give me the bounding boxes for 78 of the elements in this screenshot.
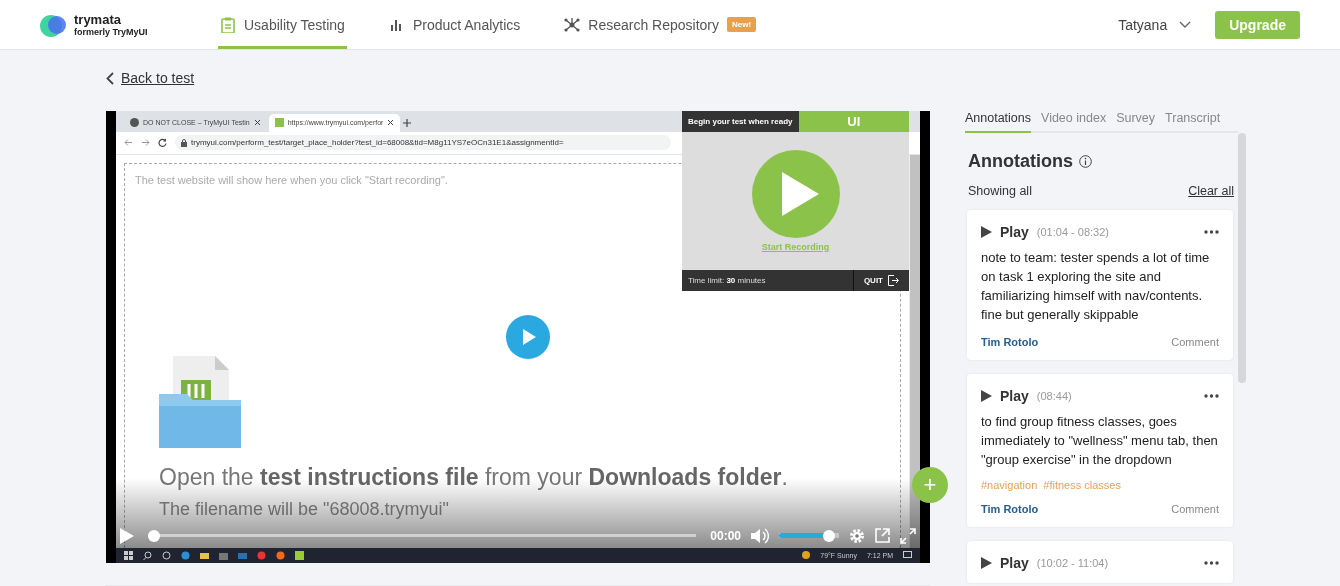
clear-all-link[interactable]: Clear all [1188,183,1234,198]
nav-tab[interactable]: Product Analytics [386,3,523,49]
play-icon [981,556,992,569]
play-link[interactable]: Play [981,223,1029,240]
placeholder-text: The test website will show here when you click "Start recording". [135,173,449,186]
mail-icon[interactable] [238,550,247,560]
play-link[interactable]: Play [981,554,1029,571]
sun-icon [802,551,811,559]
fullscreen-icon[interactable] [900,527,916,544]
filter-text: Showing all [968,183,1032,198]
close-icon [387,119,395,126]
comment-link[interactable]: Comment [1171,335,1219,348]
nav-tab[interactable]: Research Repository New! [562,3,759,49]
back-link[interactable]: Back to test [106,70,195,86]
info-icon [1079,154,1092,168]
more-icon[interactable] [1204,229,1219,234]
panel-tab[interactable]: Annotations [965,110,1032,133]
browser-icon[interactable] [181,550,190,560]
panel-heading: Annotations [968,150,1073,172]
more-icon[interactable] [1204,560,1219,565]
play-icon[interactable] [506,314,550,359]
instruction-text: Open the test instructions file from your Downloads folder. [159,463,788,491]
annotation-text: note to team: tester spends a lot of time on task 1 exploring the site and familiarizing himself with nav/contents. fine but generally skippable [981,248,1211,324]
url-text: trymyui.com/perform_test/target_place_holder?test_id=68008&tid=M8g11YS7eOCn31E1&assignmentId= [191,138,564,147]
external-link-icon[interactable] [875,528,890,543]
play-link[interactable]: Play [981,387,1029,404]
logo-subtitle: formerly TryMyUI [74,27,148,37]
comment-link[interactable]: Comment [1171,502,1219,515]
nav-tab-label: Research Repository [588,16,720,33]
nav-tab-label: Product Analytics [412,16,521,33]
user-menu[interactable]: Tatyana [1118,16,1192,33]
chevron-left-icon [106,71,114,85]
time-range: (10:02 - 11:04) [1036,556,1110,569]
close-icon [253,119,261,126]
notification-icon[interactable] [903,550,912,560]
nav-tab[interactable]: Usability Testing [218,3,347,49]
app-icon[interactable] [295,550,304,560]
new-badge: New! [727,17,757,32]
author-name[interactable]: Tim Rotolo [981,335,1039,348]
windows-icon[interactable] [124,550,133,560]
more-icon[interactable] [1204,393,1219,398]
site-icon [274,118,284,127]
quit-button[interactable]: QUIT [852,269,909,291]
folder-icon[interactable] [200,550,209,560]
search-icon[interactable] [143,550,152,560]
play-icon[interactable] [120,527,134,544]
exit-icon [888,274,899,286]
folder-icon [159,355,241,448]
time-range: (01:04 - 08:32) [1036,225,1110,238]
circle-icon[interactable] [162,550,171,560]
forward-arrow-icon[interactable] [141,138,150,147]
scrollbar[interactable] [1238,132,1246,383]
play-icon[interactable] [751,149,840,238]
user-name: Tatyana [1118,16,1168,33]
logo-name: trymata [74,12,122,27]
progress-track[interactable] [148,529,697,542]
settings-icon[interactable] [849,527,865,544]
store-icon[interactable] [219,550,228,560]
panel-title: Begin your test when ready [688,116,794,126]
reload-icon[interactable] [158,138,167,147]
volume-icon[interactable] [751,527,769,544]
globe-icon [130,118,139,127]
network-icon [564,16,581,33]
nav-tab-label: Usability Testing [244,16,345,33]
filename-text: The filename will be "68008.trymyui" [159,498,449,520]
time-range: (08:44) [1036,389,1073,402]
time-limit-text: Time limit: 30 minutes [687,275,767,285]
annotation-text: to find group fitness classes, goes immediately to "wellness" menu tab, then "group exercise" in the dropdown [981,412,1219,469]
address-bar[interactable]: trymyui.com/perform_test/target_place_holder?test_id=68008&tid=M8g11YS7eOCn31E1&assignmentId= [175,135,671,150]
play-icon [981,389,992,402]
chevron-down-icon [1179,20,1192,29]
play-icon [981,225,992,238]
time-display: 00:00 [710,528,741,543]
ui-badge: UI [798,110,909,132]
lock-icon [181,138,187,147]
clipboard-icon [220,16,236,33]
author-name[interactable]: Tim Rotolo [981,502,1039,515]
back-arrow-icon[interactable] [124,138,133,147]
